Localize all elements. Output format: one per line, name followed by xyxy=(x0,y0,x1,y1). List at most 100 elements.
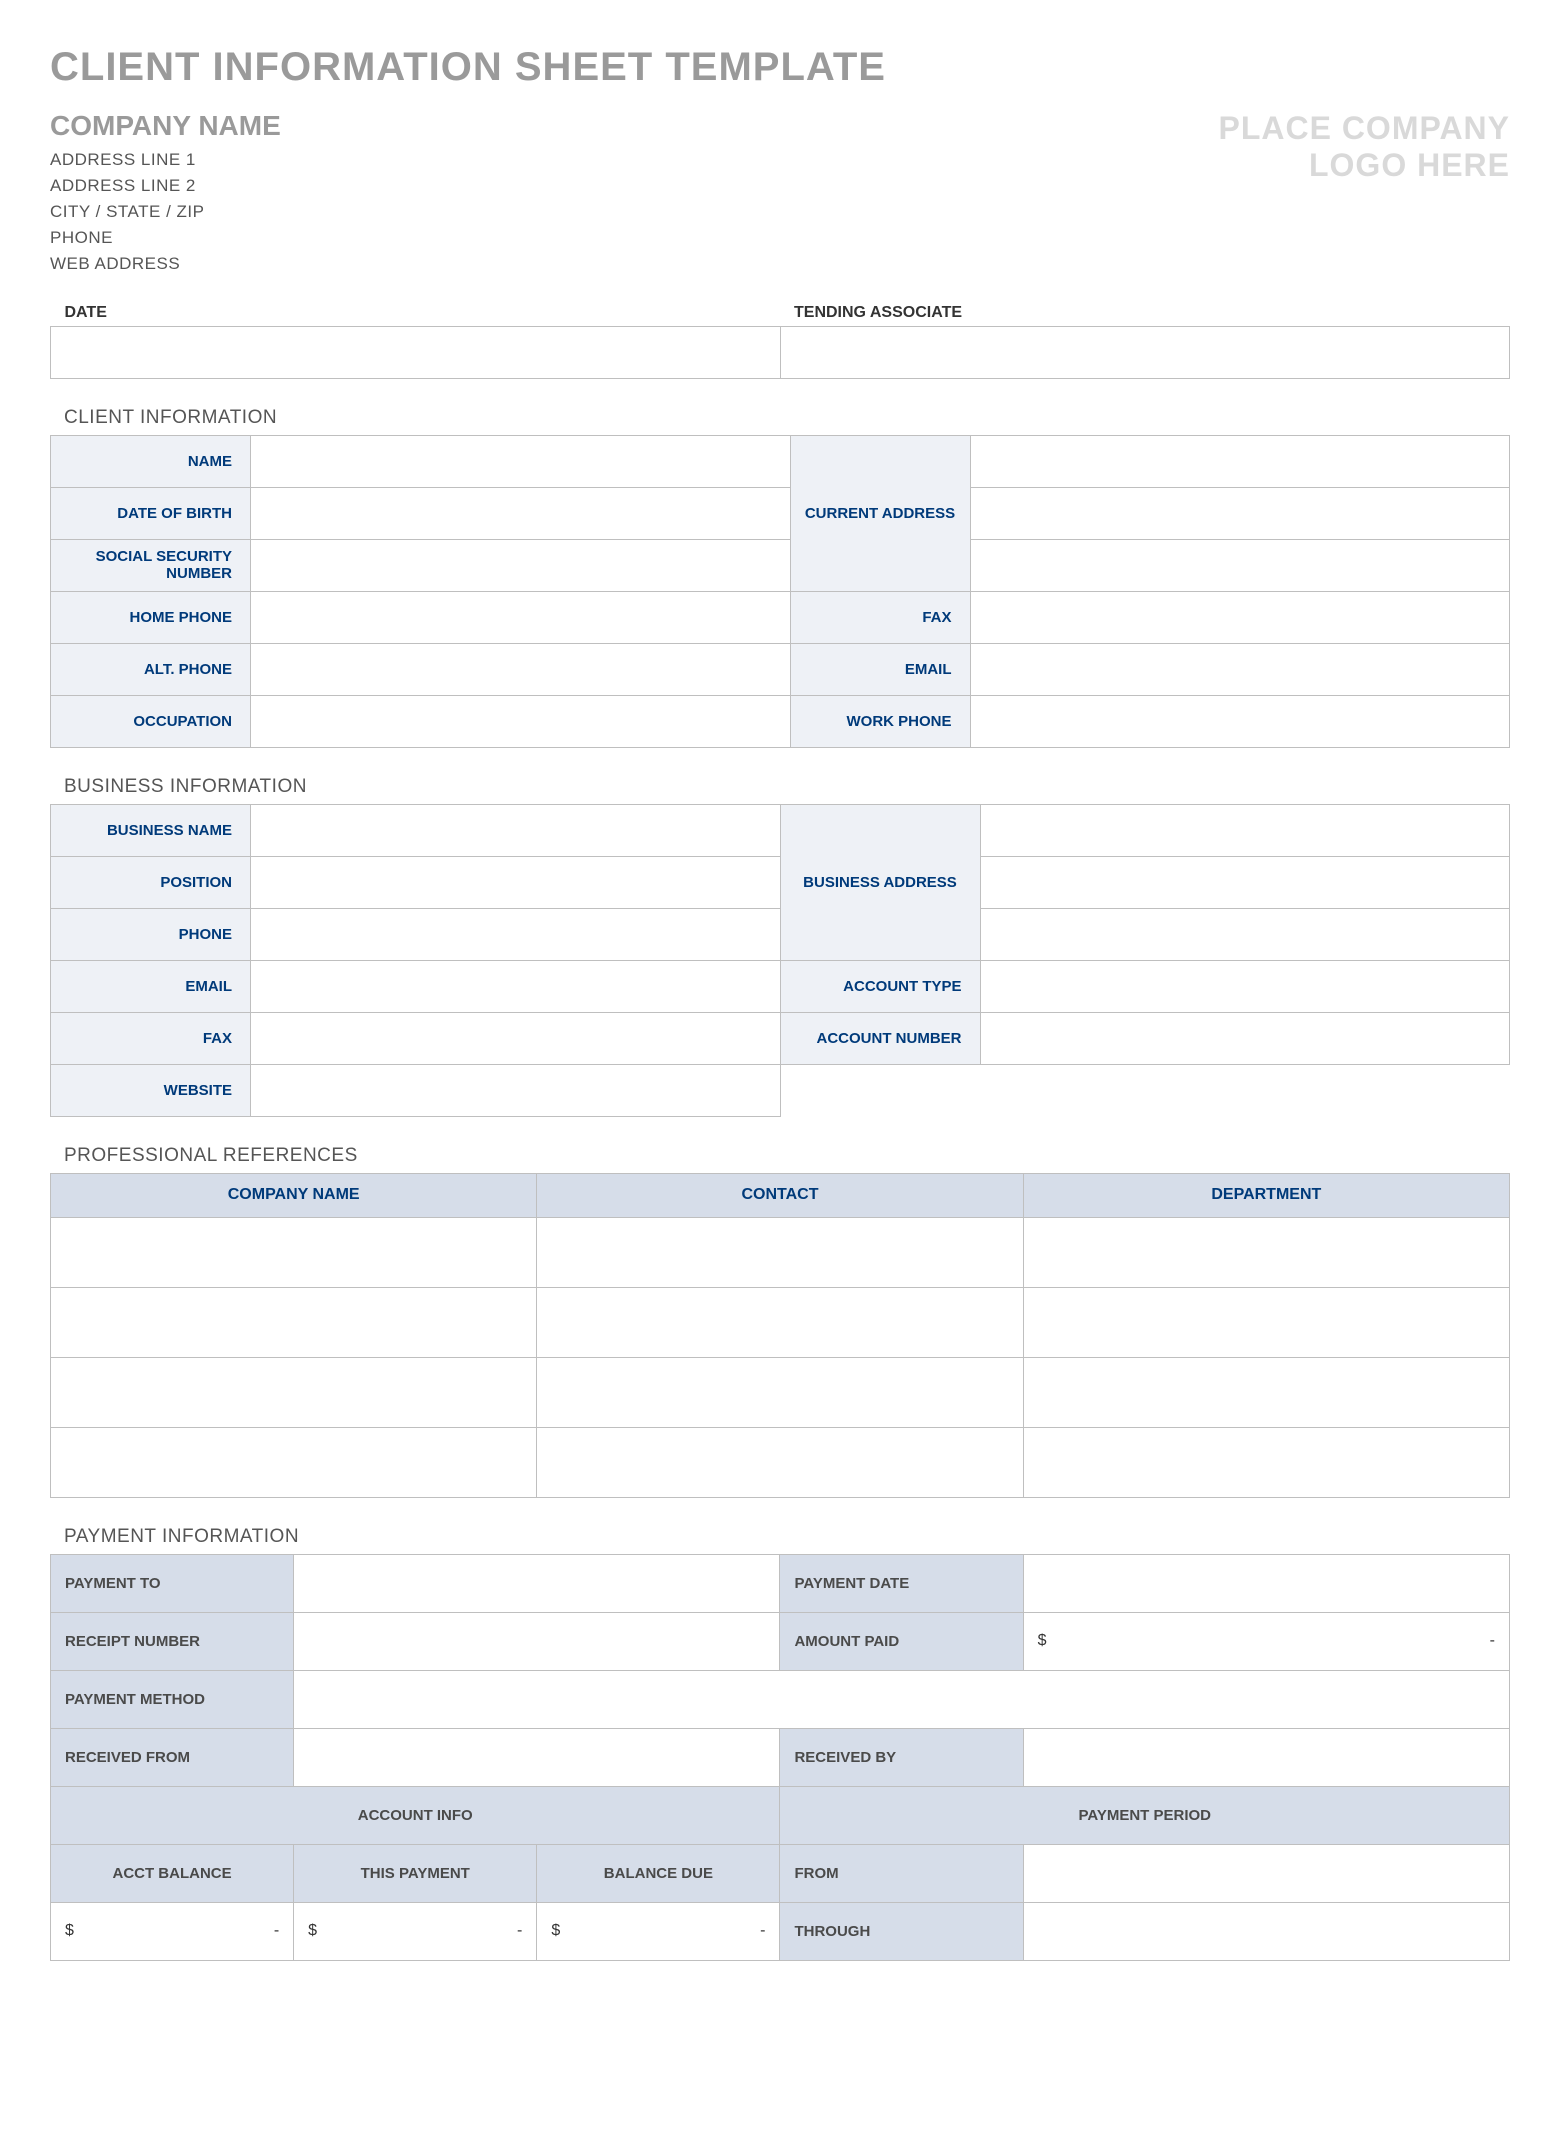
amount-paid-dash: - xyxy=(1490,1632,1495,1650)
logo-placeholder-line1: PLACE COMPANY xyxy=(1218,110,1510,147)
business-fax-input[interactable] xyxy=(251,1012,781,1064)
work-phone-input[interactable] xyxy=(970,695,1510,747)
ref-company-4[interactable] xyxy=(51,1427,537,1497)
occupation-label: OCCUPATION xyxy=(51,695,251,747)
current-address-line2[interactable] xyxy=(970,487,1510,539)
page-title: CLIENT INFORMATION SHEET TEMPLATE xyxy=(50,45,1510,90)
account-number-input[interactable] xyxy=(980,1012,1510,1064)
ref-company-1[interactable] xyxy=(51,1217,537,1287)
ref-department-1[interactable] xyxy=(1023,1217,1509,1287)
company-name: COMPANY NAME xyxy=(50,110,281,142)
ref-contact-header: CONTACT xyxy=(537,1173,1023,1217)
received-from-label: RECEIVED FROM xyxy=(51,1728,294,1786)
tending-associate-input[interactable] xyxy=(780,326,1510,378)
acct-balance-label: ACCT BALANCE xyxy=(51,1844,294,1902)
company-web: WEB ADDRESS xyxy=(50,254,281,274)
ref-contact-2[interactable] xyxy=(537,1287,1023,1357)
business-address-line1[interactable] xyxy=(980,804,1510,856)
date-label: DATE xyxy=(51,298,781,326)
business-fax-label: FAX xyxy=(51,1012,251,1064)
balance-due-currency: $ xyxy=(551,1922,560,1940)
acct-balance-dash: - xyxy=(274,1922,279,1940)
ref-department-2[interactable] xyxy=(1023,1287,1509,1357)
occupation-input[interactable] xyxy=(251,695,791,747)
this-payment-label: THIS PAYMENT xyxy=(294,1844,537,1902)
position-label: POSITION xyxy=(51,856,251,908)
receipt-number-label: RECEIPT NUMBER xyxy=(51,1612,294,1670)
business-name-input[interactable] xyxy=(251,804,781,856)
receipt-number-input[interactable] xyxy=(294,1612,780,1670)
through-input[interactable] xyxy=(1023,1902,1509,1960)
home-phone-label: HOME PHONE xyxy=(51,591,251,643)
client-ssn-input[interactable] xyxy=(251,539,791,591)
ref-company-2[interactable] xyxy=(51,1287,537,1357)
payment-method-input[interactable] xyxy=(294,1670,1510,1728)
date-input[interactable] xyxy=(51,326,781,378)
business-email-label: EMAIL xyxy=(51,960,251,1012)
this-payment-currency: $ xyxy=(308,1922,317,1940)
company-address-2: ADDRESS LINE 2 xyxy=(50,176,281,196)
amount-paid-label: AMOUNT PAID xyxy=(780,1612,1023,1670)
amount-paid-input[interactable]: $ - xyxy=(1023,1612,1509,1670)
business-address-label: BUSINESS ADDRESS xyxy=(780,804,980,960)
client-dob-input[interactable] xyxy=(251,487,791,539)
client-name-input[interactable] xyxy=(251,435,791,487)
business-address-line2[interactable] xyxy=(980,856,1510,908)
payment-to-input[interactable] xyxy=(294,1554,780,1612)
balance-due-input[interactable]: $ - xyxy=(537,1902,780,1960)
business-address-line3[interactable] xyxy=(980,908,1510,960)
home-phone-input[interactable] xyxy=(251,591,791,643)
received-from-input[interactable] xyxy=(294,1728,780,1786)
current-address-line3[interactable] xyxy=(970,539,1510,591)
website-label: WEBSITE xyxy=(51,1064,251,1116)
this-payment-input[interactable]: $ - xyxy=(294,1902,537,1960)
account-type-label: ACCOUNT TYPE xyxy=(780,960,980,1012)
ref-department-4[interactable] xyxy=(1023,1427,1509,1497)
business-phone-input[interactable] xyxy=(251,908,781,960)
payment-to-label: PAYMENT TO xyxy=(51,1554,294,1612)
payment-date-label: PAYMENT DATE xyxy=(780,1554,1023,1612)
client-dob-label: DATE OF BIRTH xyxy=(51,487,251,539)
business-name-label: BUSINESS NAME xyxy=(51,804,251,856)
received-by-label: RECEIVED BY xyxy=(780,1728,1023,1786)
website-input[interactable] xyxy=(251,1064,781,1116)
payment-heading: PAYMENT INFORMATION xyxy=(64,1526,1510,1548)
business-email-input[interactable] xyxy=(251,960,781,1012)
payment-date-input[interactable] xyxy=(1023,1554,1509,1612)
client-fax-label: FAX xyxy=(790,591,970,643)
from-input[interactable] xyxy=(1023,1844,1509,1902)
payment-period-header: PAYMENT PERIOD xyxy=(780,1786,1510,1844)
ref-department-header: DEPARTMENT xyxy=(1023,1173,1509,1217)
from-label: FROM xyxy=(780,1844,1023,1902)
client-ssn-label: SOCIAL SECURITY NUMBER xyxy=(51,539,251,591)
client-name-label: NAME xyxy=(51,435,251,487)
business-info-heading: BUSINESS INFORMATION xyxy=(64,776,1510,798)
business-phone-label: PHONE xyxy=(51,908,251,960)
amount-paid-currency: $ xyxy=(1038,1632,1047,1650)
client-fax-input[interactable] xyxy=(970,591,1510,643)
client-email-input[interactable] xyxy=(970,643,1510,695)
ref-contact-4[interactable] xyxy=(537,1427,1023,1497)
position-input[interactable] xyxy=(251,856,781,908)
ref-contact-3[interactable] xyxy=(537,1357,1023,1427)
logo-placeholder: PLACE COMPANY LOGO HERE xyxy=(1218,110,1510,184)
acct-balance-currency: $ xyxy=(65,1922,74,1940)
account-info-header: ACCOUNT INFO xyxy=(51,1786,780,1844)
tending-associate-label: TENDING ASSOCIATE xyxy=(780,298,1510,326)
balance-due-label: BALANCE DUE xyxy=(537,1844,780,1902)
account-type-input[interactable] xyxy=(980,960,1510,1012)
current-address-line1[interactable] xyxy=(970,435,1510,487)
received-by-input[interactable] xyxy=(1023,1728,1509,1786)
company-phone: PHONE xyxy=(50,228,281,248)
work-phone-label: WORK PHONE xyxy=(790,695,970,747)
references-heading: PROFESSIONAL REFERENCES xyxy=(64,1145,1510,1167)
ref-company-header: COMPANY NAME xyxy=(51,1173,537,1217)
acct-balance-input[interactable]: $ - xyxy=(51,1902,294,1960)
company-block: COMPANY NAME ADDRESS LINE 1 ADDRESS LINE… xyxy=(50,110,281,280)
ref-contact-1[interactable] xyxy=(537,1217,1023,1287)
company-address-1: ADDRESS LINE 1 xyxy=(50,150,281,170)
ref-department-3[interactable] xyxy=(1023,1357,1509,1427)
alt-phone-input[interactable] xyxy=(251,643,791,695)
ref-company-3[interactable] xyxy=(51,1357,537,1427)
current-address-label: CURRENT ADDRESS xyxy=(790,435,970,591)
